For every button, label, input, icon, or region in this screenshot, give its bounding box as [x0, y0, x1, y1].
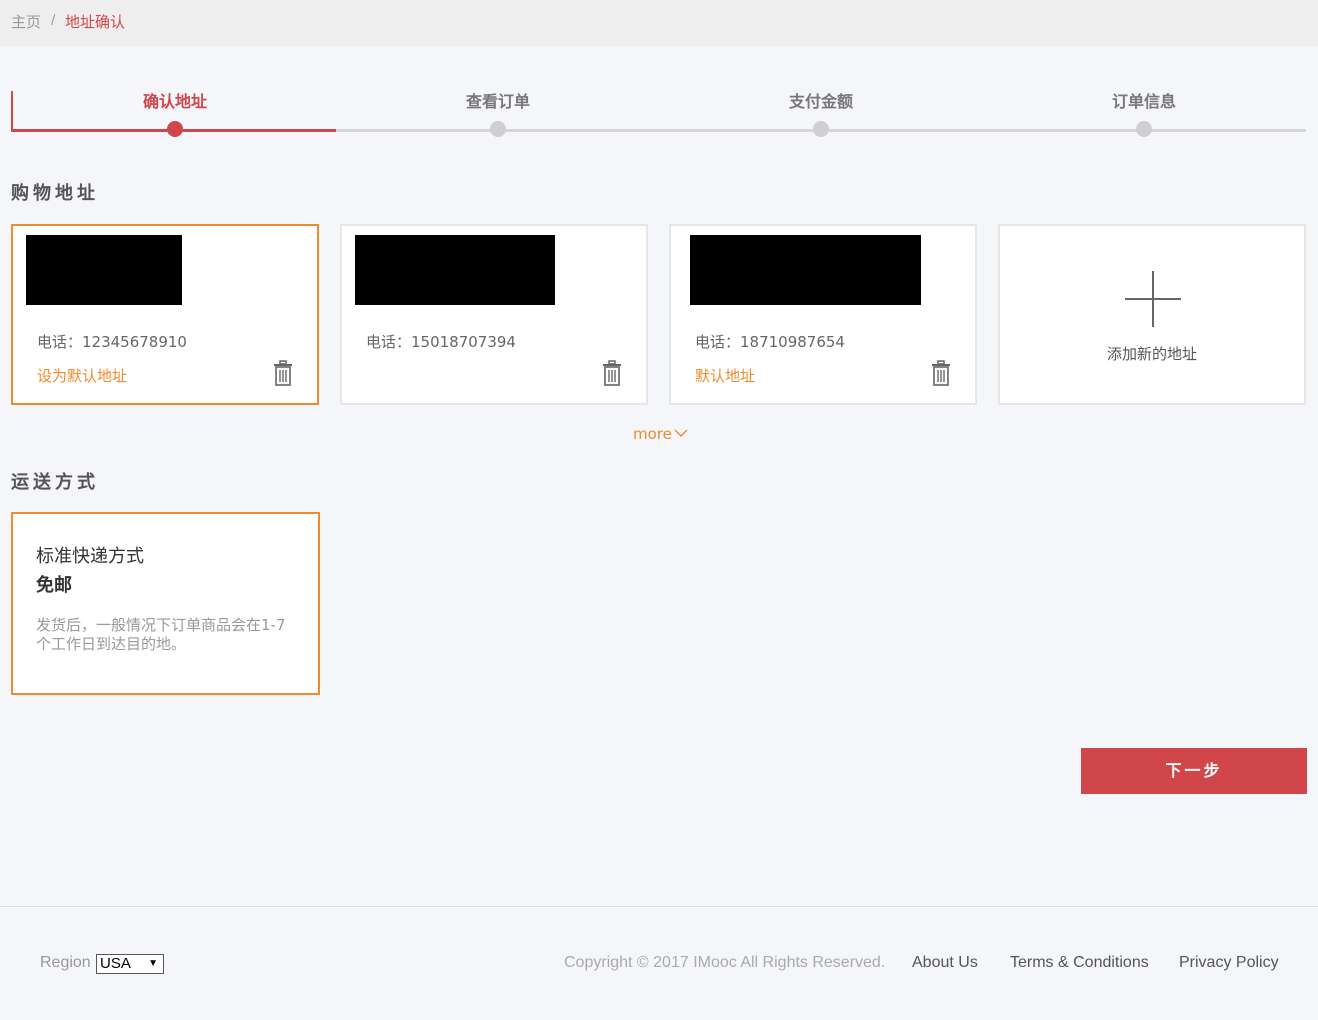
breadcrumb: 主页 / 地址确认 [0, 0, 1318, 46]
address-phone: 电话：12345678910 [37, 333, 187, 351]
region-value: USA [100, 955, 131, 972]
redacted-address [690, 235, 921, 305]
trash-icon[interactable] [601, 360, 623, 386]
step-dot [167, 121, 183, 137]
about-us-link[interactable]: About Us [912, 954, 978, 972]
chevron-down-icon[interactable] [673, 427, 689, 439]
address-phone: 电话：18710987654 [695, 333, 845, 351]
footer-divider [0, 906, 1318, 907]
step-label: 支付金额 [788, 92, 853, 111]
checkout-stepper: 确认地址 查看订单 支付金额 订单信息 [11, 80, 1306, 140]
copyright-text: Copyright © 2017 IMooc All Rights Reserv… [564, 954, 886, 971]
privacy-policy-link[interactable]: Privacy Policy [1179, 954, 1279, 972]
set-default-address-link[interactable]: 设为默认地址 [37, 365, 127, 386]
address-card[interactable]: 电话：18710987654 默认地址 [669, 224, 977, 405]
stepper-start-tick [11, 91, 13, 132]
step-order-info: 订单信息 [1084, 88, 1204, 137]
step-dot [1136, 121, 1152, 137]
breadcrumb-current: 地址确认 [65, 13, 126, 31]
shipping-method-name: 标准快递方式 [36, 546, 144, 567]
address-card[interactable]: 电话：15018707394 [340, 224, 648, 405]
step-dot [490, 121, 506, 137]
step-label: 订单信息 [1111, 92, 1176, 111]
address-phone: 电话：15018707394 [366, 333, 516, 351]
shipping-price: 免邮 [36, 575, 72, 596]
dropdown-arrow-icon: ▼ [148, 958, 158, 969]
step-label: 查看订单 [465, 92, 530, 111]
breadcrumb-home-link[interactable]: 主页 [11, 11, 41, 32]
add-address-button[interactable]: 添加新的地址 [998, 224, 1306, 405]
address-card[interactable]: 电话：12345678910 设为默认地址 [11, 224, 319, 405]
step-label: 确认地址 [142, 92, 207, 111]
redacted-address [355, 235, 555, 305]
next-step-button[interactable]: 下一步 [1081, 748, 1307, 794]
shipping-method-card[interactable]: 标准快递方式 免邮 发货后，一般情况下订单商品会在1-7个工作日到达目的地。 [11, 512, 320, 695]
plus-icon-vertical [1152, 271, 1154, 327]
region-select[interactable]: USA ▼ [96, 954, 164, 974]
trash-icon[interactable] [930, 360, 952, 386]
more-addresses-link[interactable]: more [633, 425, 672, 443]
step-confirm-address: 确认地址 [115, 88, 235, 137]
shipping-description: 发货后，一般情况下订单商品会在1-7个工作日到达目的地。 [36, 616, 286, 653]
shipping-section-title: 运送方式 [11, 472, 99, 493]
address-section-title: 购物地址 [11, 183, 99, 204]
step-dot [813, 121, 829, 137]
default-address-badge: 默认地址 [695, 367, 756, 385]
add-address-label: 添加新的地址 [1106, 345, 1197, 363]
terms-link[interactable]: Terms & Conditions [1010, 954, 1149, 972]
step-payment: 支付金额 [761, 88, 881, 137]
breadcrumb-separator: / [51, 13, 56, 28]
step-view-order: 查看订单 [438, 88, 558, 137]
redacted-address [26, 235, 182, 305]
region-label: Region [40, 954, 91, 971]
trash-icon[interactable] [272, 360, 294, 386]
